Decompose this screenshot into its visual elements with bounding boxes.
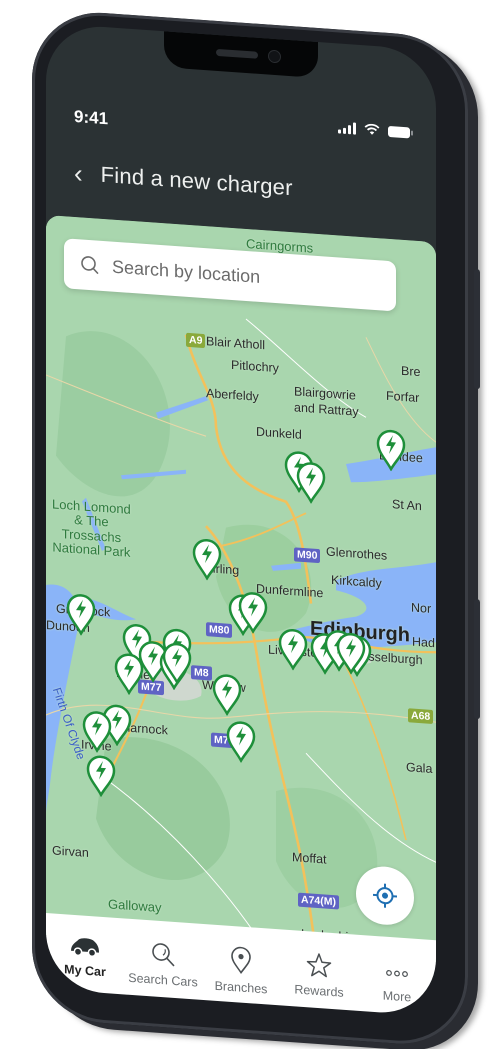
charger-pin[interactable] [238, 590, 268, 634]
charger-pin[interactable] [192, 537, 222, 581]
page-title: Find a new charger [101, 162, 293, 201]
road-shield: A68 [408, 708, 433, 724]
map-label: Moffat [292, 850, 327, 866]
tab-label: My Car [64, 962, 106, 979]
tab-rewards[interactable]: Rewards [282, 949, 356, 1000]
tab-my-car[interactable]: My Car [48, 933, 122, 980]
app-screen: 9:41 ‹ Find a new charger [46, 23, 436, 1016]
charger-pin[interactable] [336, 631, 366, 675]
road-shield: M8 [191, 665, 212, 680]
map-label: Forfar [386, 389, 419, 405]
location-pin-icon [230, 946, 252, 976]
car-icon [69, 935, 101, 959]
charging-bolt-icon [336, 631, 366, 675]
charger-pin[interactable] [86, 754, 116, 798]
volume-button [474, 269, 480, 389]
charger-pin[interactable] [212, 673, 242, 717]
charger-pin[interactable] [162, 641, 192, 685]
map-label: Nor [411, 601, 431, 616]
notch [164, 31, 318, 78]
tab-branches[interactable]: Branches [204, 944, 278, 997]
locate-crosshair-icon [372, 882, 398, 910]
charging-bolt-icon [114, 652, 144, 696]
tab-more[interactable]: More [360, 955, 434, 1006]
charging-bolt-icon [82, 709, 112, 753]
map-label: Girvan [52, 843, 89, 860]
charger-pin[interactable] [296, 460, 326, 504]
charging-bolt-icon [226, 720, 256, 764]
phone-mockup: 9:41 ‹ Find a new charger [0, 0, 500, 1031]
charging-bolt-icon [86, 754, 116, 798]
charging-bolt-icon [296, 460, 326, 504]
search-input[interactable] [110, 255, 374, 296]
tab-label: Search Cars [128, 971, 197, 990]
map-label: Had [412, 635, 435, 651]
charger-pin[interactable] [226, 720, 256, 764]
tab-label: Branches [215, 979, 268, 997]
charger-pin[interactable] [114, 652, 144, 696]
charging-bolt-icon [66, 592, 96, 636]
phone-frame: 9:41 ‹ Find a new charger [32, 8, 468, 1048]
tab-search-cars[interactable]: Search Cars [126, 939, 200, 990]
map-label: Bre [401, 364, 420, 379]
charging-bolt-icon [376, 428, 406, 472]
charging-bolt-icon [278, 627, 308, 671]
more-dots-icon [384, 957, 410, 985]
speaker [216, 49, 258, 59]
search-icon [150, 940, 176, 968]
wifi-icon [364, 123, 380, 136]
charging-bolt-icon [238, 590, 268, 634]
charging-bolt-icon [162, 641, 192, 685]
status-time: 9:41 [74, 107, 108, 129]
charger-pin[interactable] [376, 428, 406, 472]
front-camera [268, 50, 281, 64]
star-icon [306, 951, 332, 979]
battery-icon [388, 125, 410, 138]
tab-label: More [383, 989, 411, 1005]
signal-icon [338, 121, 356, 134]
status-icons [338, 121, 410, 138]
back-button[interactable]: ‹ [74, 160, 83, 187]
tab-label: Rewards [294, 982, 343, 999]
map-label: Gala [406, 760, 432, 776]
road-shield: A74(M) [298, 893, 339, 910]
charging-bolt-icon [212, 673, 242, 717]
charger-pin[interactable] [82, 709, 112, 753]
map-label: Loch Lomond & The Trossachs National Par… [52, 497, 131, 560]
side-button [474, 599, 480, 719]
charger-pin[interactable] [66, 592, 96, 636]
map-view[interactable]: Cairngorms Blair Atholl Pitlochry Aberfe… [46, 215, 436, 962]
road-shield: A9 [186, 333, 205, 348]
header: ‹ Find a new charger [74, 160, 293, 201]
charger-pin[interactable] [278, 627, 308, 671]
search-icon [80, 254, 100, 275]
map-label: St An [392, 497, 422, 513]
charging-bolt-icon [192, 537, 222, 581]
road-shield: M90 [294, 547, 320, 563]
